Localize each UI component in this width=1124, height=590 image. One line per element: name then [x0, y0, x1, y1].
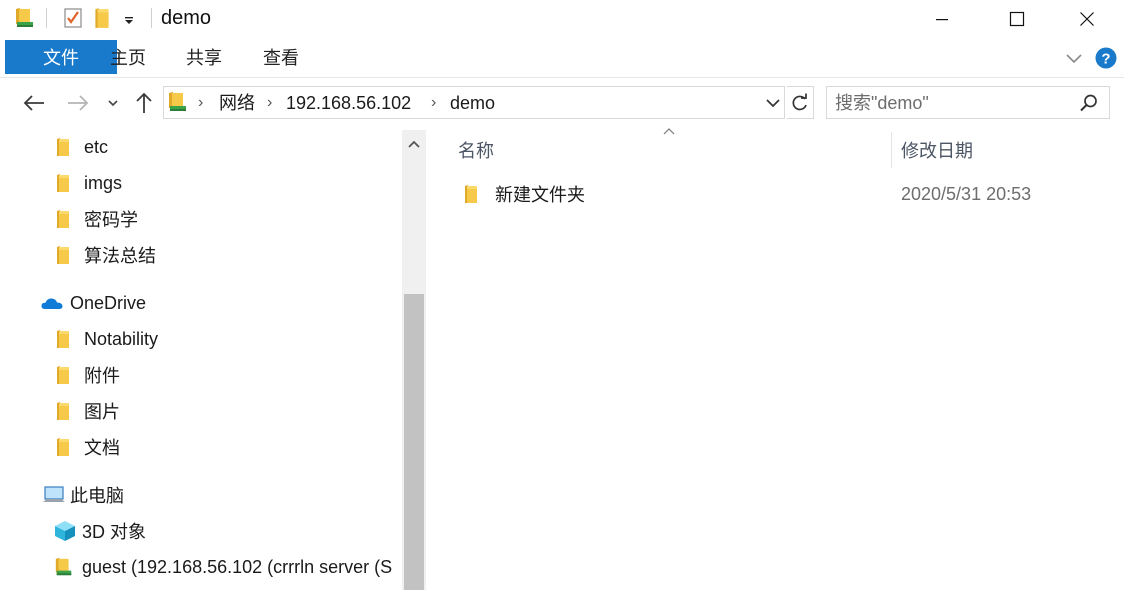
nav-item-documents[interactable]: 文档 [56, 430, 120, 464]
file-name: 新建文件夹 [495, 185, 585, 205]
tab-view[interactable]: 查看 [253, 40, 309, 74]
breadcrumb-demo[interactable]: demo [450, 92, 495, 114]
search-icon[interactable] [1079, 93, 1099, 118]
refresh-icon[interactable] [787, 86, 814, 119]
nav-item-algorithms[interactable]: 算法总结 [56, 238, 156, 272]
nav-item-label: guest (192.168.56.102 (crrrln server (S [82, 556, 393, 577]
nav-item-imgs[interactable]: imgs [56, 166, 122, 200]
close-icon[interactable] [1064, 0, 1110, 38]
ribbon: 文件 主页 共享 查看 ? [0, 38, 1124, 78]
folder-icon [464, 184, 486, 204]
nav-item-label: imgs [84, 172, 123, 193]
title-bar: demo [0, 0, 1124, 38]
dropdown-arrow-icon[interactable] [122, 6, 136, 30]
sort-up-icon [663, 124, 675, 138]
nav-item-this-pc[interactable]: 此电脑 [42, 478, 124, 512]
onedrive-cloud-icon [40, 295, 66, 311]
nav-item-label: 密码学 [84, 210, 138, 230]
nav-item-cryptography[interactable]: 密码学 [56, 202, 138, 236]
nav-scrollbar[interactable] [402, 130, 426, 590]
file-name-cell: 新建文件夹 [458, 174, 585, 214]
nav-item-label: 算法总结 [84, 246, 156, 266]
folder-icon [56, 245, 78, 265]
up-arrow-icon[interactable] [132, 90, 156, 116]
breadcrumb-separator-icon[interactable]: › [431, 92, 436, 114]
help-icon[interactable]: ? [1094, 46, 1118, 70]
toolbar-divider [46, 8, 47, 28]
nav-item-label: 此电脑 [70, 486, 124, 506]
folder-icon [56, 401, 78, 421]
tab-share[interactable]: 共享 [176, 40, 232, 74]
folder-icon[interactable] [94, 6, 110, 30]
column-header-name[interactable]: 名称 [458, 130, 494, 170]
breadcrumb-separator-icon[interactable]: › [267, 92, 272, 114]
navigation-pane: etc imgs 密码学 算法总结 OneDrive Notability 附件… [0, 130, 428, 590]
folder-icon [56, 173, 78, 193]
scroll-up-arrow-icon[interactable] [402, 130, 426, 158]
nav-item-onedrive[interactable]: OneDrive [40, 286, 146, 320]
back-arrow-icon[interactable] [20, 90, 48, 116]
network-drive-icon [167, 90, 189, 119]
address-bar-row: › 网络 › 192.168.56.102 › demo [0, 78, 1124, 130]
nav-item-etc[interactable]: etc [56, 130, 108, 164]
nav-item-notability[interactable]: Notability [56, 322, 158, 356]
folder-icon [56, 209, 78, 229]
properties-check-icon[interactable] [62, 6, 84, 30]
scrollbar-thumb[interactable] [404, 294, 424, 590]
breadcrumb-separator-icon[interactable]: › [198, 92, 203, 114]
tab-home[interactable]: 主页 [100, 40, 156, 74]
folder-icon [56, 329, 78, 349]
minimize-icon[interactable] [919, 0, 965, 38]
chevron-down-icon[interactable] [1064, 48, 1084, 68]
nav-item-label: 文档 [84, 438, 120, 458]
address-box[interactable]: › 网络 › 192.168.56.102 › demo [163, 86, 785, 119]
toolbar-divider [151, 8, 152, 28]
breadcrumb-host[interactable]: 192.168.56.102 [286, 92, 411, 114]
maximize-icon[interactable] [994, 0, 1040, 38]
nav-item-guest-share[interactable]: guest (192.168.56.102 (crrrln server (S [54, 550, 392, 584]
file-row[interactable]: 新建文件夹 2020/5/31 20:53 [458, 174, 1098, 214]
folder-icon [56, 365, 78, 385]
nav-item-label: 图片 [84, 402, 120, 422]
cube-3d-icon [54, 520, 78, 542]
network-drive-icon [54, 555, 78, 579]
search-input[interactable] [835, 91, 1075, 115]
recent-locations-chevron-icon[interactable] [104, 90, 122, 116]
nav-item-label: 附件 [84, 366, 120, 386]
window-title: demo [161, 7, 212, 29]
nav-item-pictures[interactable]: 图片 [56, 394, 120, 428]
nav-item-label: 3D 对象 [82, 522, 147, 542]
drive-folder-icon[interactable] [14, 6, 36, 30]
file-list-pane: 名称 修改日期 新建文件夹 2020/5/31 20:53 [430, 128, 1124, 590]
address-dropdown-icon[interactable] [764, 93, 782, 118]
column-header-date[interactable]: 修改日期 [901, 130, 973, 170]
folder-icon [56, 137, 78, 157]
nav-item-attachments[interactable]: 附件 [56, 358, 120, 392]
file-date: 2020/5/31 20:53 [901, 183, 1032, 204]
column-divider[interactable] [891, 132, 892, 168]
forward-arrow-icon[interactable] [64, 90, 92, 116]
search-box[interactable] [826, 86, 1110, 119]
folder-icon [56, 437, 78, 457]
nav-item-3d-objects[interactable]: 3D 对象 [54, 514, 146, 548]
svg-text:?: ? [1101, 51, 1110, 68]
nav-item-label: Notability [84, 328, 159, 349]
nav-item-label: etc [84, 136, 109, 157]
computer-icon [42, 485, 68, 505]
nav-item-label: OneDrive [70, 292, 147, 313]
breadcrumb-network[interactable]: 网络 [219, 92, 255, 114]
